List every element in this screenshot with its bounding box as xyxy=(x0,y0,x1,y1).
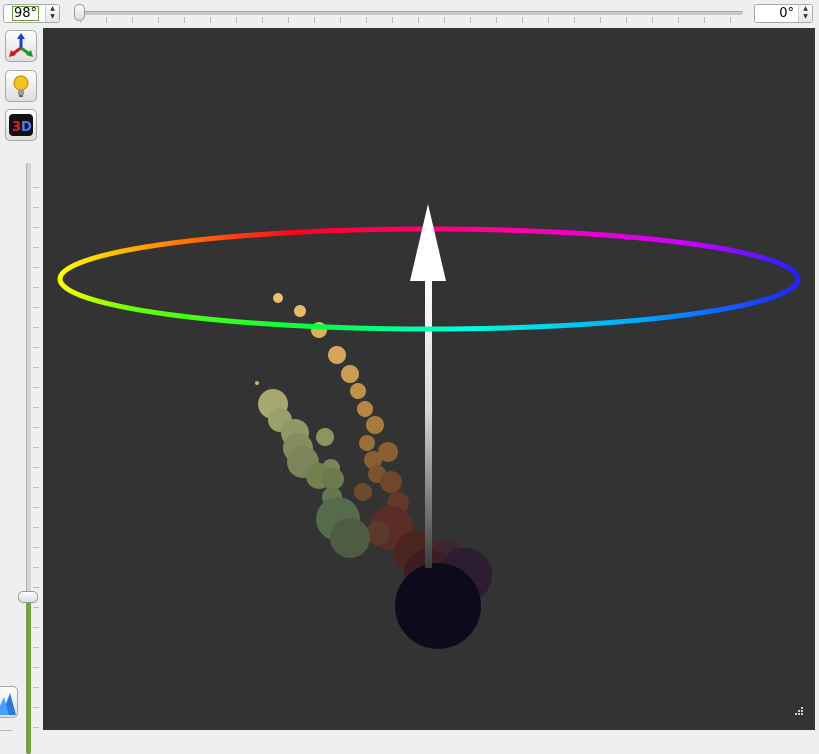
color-point xyxy=(354,483,372,501)
horizontal-slider-ticks xyxy=(80,17,740,23)
color-point xyxy=(322,468,344,490)
lightbulb-icon xyxy=(13,75,29,97)
resize-grip-icon[interactable] xyxy=(792,706,804,718)
horizontal-angle-spinbox[interactable]: 0° ▲ ▼ xyxy=(754,4,813,23)
vertical-angle-spinbox[interactable]: 98° ▲ ▼ xyxy=(3,4,60,23)
color-point-cloud xyxy=(255,293,492,602)
color-point xyxy=(316,428,334,446)
zoom-slider-ticks xyxy=(33,187,39,747)
axes-view-button[interactable] xyxy=(5,30,37,62)
color-point xyxy=(330,518,370,558)
up-arrow xyxy=(410,204,446,568)
vertical-angle-value[interactable]: 98° xyxy=(12,6,40,21)
zoom-slider-handle[interactable] xyxy=(18,591,38,603)
horizontal-angle-slider-handle[interactable] xyxy=(74,4,85,21)
horizontal-angle-slider-track[interactable] xyxy=(78,11,743,15)
axes-icon xyxy=(9,33,33,57)
color-point xyxy=(341,365,359,383)
zoom-slider-track[interactable] xyxy=(26,163,31,595)
color-point xyxy=(328,346,346,364)
color-point xyxy=(380,471,402,493)
color-point xyxy=(350,383,366,399)
zoom-slider-fill[interactable] xyxy=(26,602,31,754)
color-point xyxy=(255,381,259,385)
shape-icon xyxy=(0,693,16,715)
horizontal-angle-value[interactable]: 0° xyxy=(779,6,794,21)
3d-viewport[interactable] xyxy=(43,28,815,730)
color-point xyxy=(366,416,384,434)
base-sphere xyxy=(395,563,481,649)
top-toolbar: 98° ▲ ▼ 0° ▲ ▼ xyxy=(0,0,819,27)
color-point xyxy=(273,293,283,303)
svg-text:D: D xyxy=(21,120,32,135)
scene-canvas[interactable] xyxy=(43,28,815,730)
color-point xyxy=(359,435,375,451)
3d-mode-button[interactable]: 3 D xyxy=(5,109,37,141)
vertical-angle-stepper[interactable]: ▲ ▼ xyxy=(45,5,59,22)
lighting-button[interactable] xyxy=(5,70,37,102)
color-point xyxy=(294,305,306,317)
3d-icon: 3 D xyxy=(9,114,33,136)
horizontal-angle-stepper[interactable]: ▲ ▼ xyxy=(798,5,812,22)
color-point xyxy=(357,401,373,417)
svg-text:3: 3 xyxy=(12,120,21,135)
render-mode-button[interactable] xyxy=(0,686,18,718)
separator xyxy=(0,730,12,731)
left-toolbar: 3 D xyxy=(0,27,43,754)
